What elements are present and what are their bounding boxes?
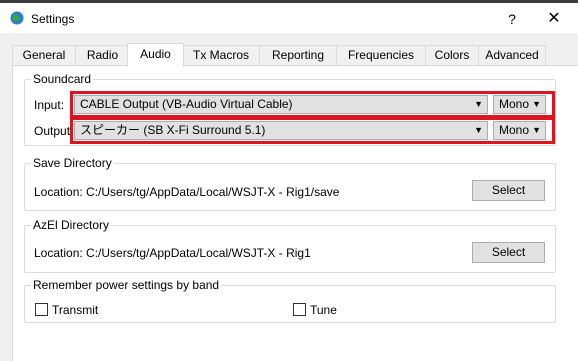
save-directory-title: Save Directory xyxy=(31,156,114,170)
transmit-label: Transmit xyxy=(52,303,99,317)
azel-directory-select-button[interactable]: Select xyxy=(472,242,545,263)
azel-directory-title: AzEl Directory xyxy=(31,218,112,232)
save-directory-location: Location: C:/Users/tg/AppData/Local/WSJT… xyxy=(34,185,340,199)
tune-checkbox[interactable] xyxy=(293,303,306,316)
input-highlight-box xyxy=(70,91,555,118)
tab-tx-macros[interactable]: Tx Macros xyxy=(182,45,260,65)
transmit-checkbox[interactable] xyxy=(35,303,48,316)
tab-advanced[interactable]: Advanced xyxy=(478,45,546,65)
power-settings-group: Remember power settings by band xyxy=(24,278,556,323)
tab-general[interactable]: General xyxy=(12,45,76,65)
save-directory-select-button[interactable]: Select xyxy=(472,180,545,201)
tab-colors[interactable]: Colors xyxy=(425,45,479,65)
tab-radio[interactable]: Radio xyxy=(75,45,130,65)
soundcard-group-title: Soundcard xyxy=(31,72,94,86)
audio-tab-pane: Soundcard Input: CABLE Output (VB-Audio … xyxy=(12,65,578,361)
tab-reporting[interactable]: Reporting xyxy=(259,45,337,65)
input-label: Input: xyxy=(34,98,65,112)
azel-directory-location: Location: C:/Users/tg/AppData/Local/WSJT… xyxy=(34,246,311,260)
tune-label: Tune xyxy=(310,303,337,317)
close-button[interactable]: ✕ xyxy=(541,8,567,30)
power-settings-title: Remember power settings by band xyxy=(31,278,222,292)
output-label: Output: xyxy=(34,124,74,138)
title-bar: Settings ? ✕ xyxy=(0,3,578,33)
output-highlight-box xyxy=(70,117,555,144)
window-title: Settings xyxy=(31,12,75,26)
tab-audio[interactable]: Audio xyxy=(127,43,184,67)
app-globe-icon xyxy=(10,11,24,25)
tab-frequencies[interactable]: Frequencies xyxy=(336,45,426,65)
help-button[interactable]: ? xyxy=(499,8,525,30)
